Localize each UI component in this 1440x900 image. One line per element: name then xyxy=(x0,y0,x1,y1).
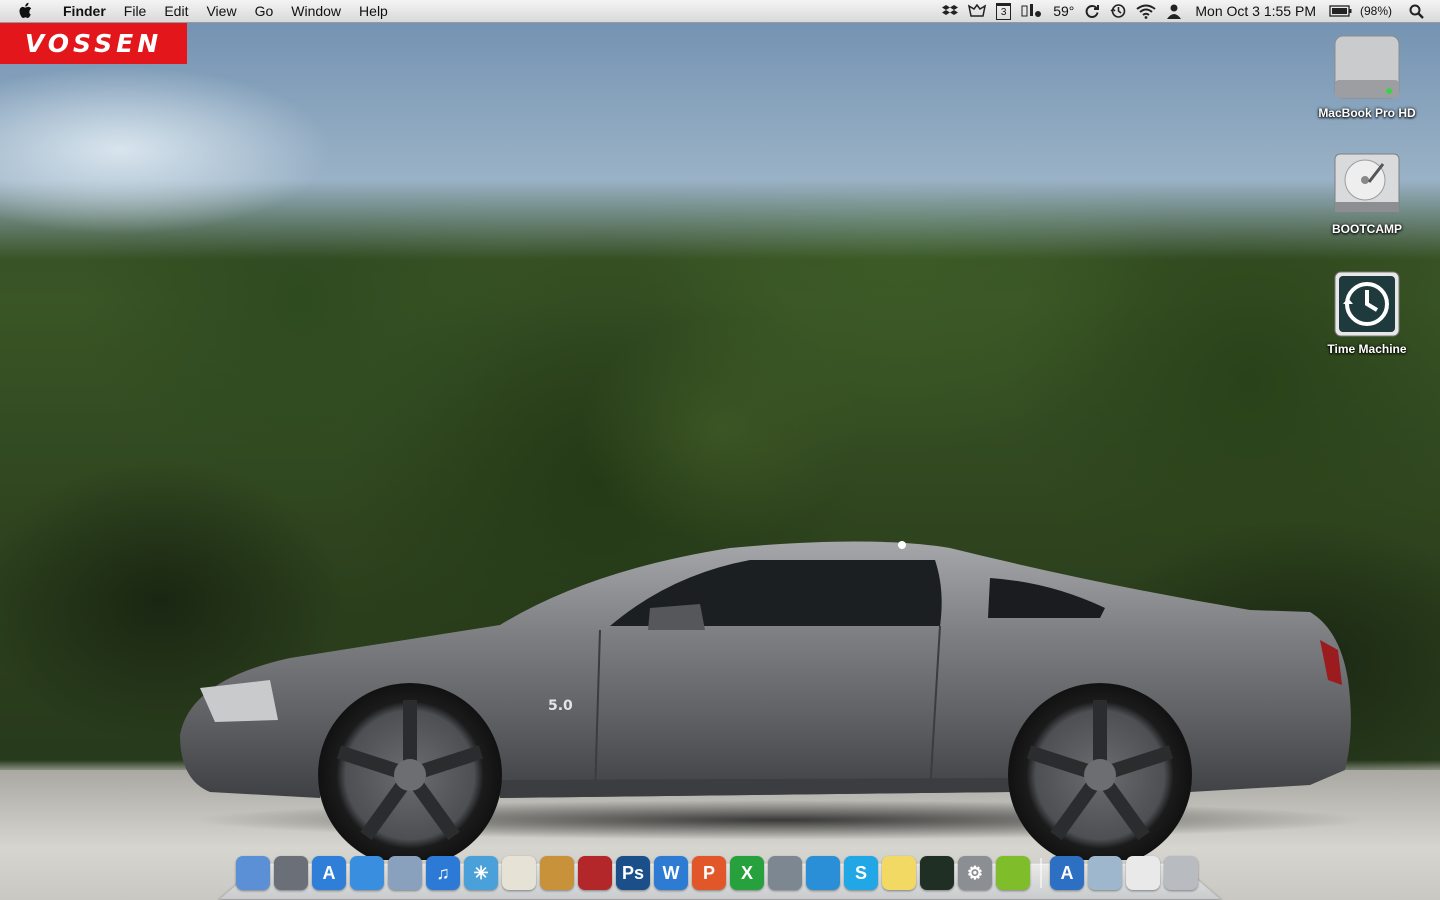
excel-icon[interactable]: X xyxy=(730,856,764,890)
applications-folder-icon[interactable]: A xyxy=(1050,856,1084,890)
spotlight-icon[interactable] xyxy=(1397,0,1440,22)
mail-icon[interactable] xyxy=(388,856,422,890)
desktop-icon-macbook-pro-hd[interactable]: MacBook Pro HD xyxy=(1312,34,1422,120)
desktop-icon-label: BOOTCAMP xyxy=(1332,222,1402,236)
network-icon[interactable]: ✳ xyxy=(464,856,498,890)
menubar-clock[interactable]: Mon Oct 3 1:55 PM xyxy=(1187,0,1324,22)
powerpoint-icon[interactable]: P xyxy=(692,856,726,890)
hard-drive-icon xyxy=(1333,150,1401,218)
desktop-icon-bootcamp[interactable]: BOOTCAMP xyxy=(1312,150,1422,236)
sync-icon[interactable] xyxy=(1079,0,1105,22)
calendar-day: 3 xyxy=(996,2,1012,20)
battery-icon[interactable] xyxy=(1324,0,1358,22)
menu-help[interactable]: Help xyxy=(350,0,397,22)
launchpad-icon[interactable] xyxy=(274,856,308,890)
time-machine-icon[interactable] xyxy=(1105,0,1131,22)
menu-file[interactable]: File xyxy=(115,0,156,22)
menu-view[interactable]: View xyxy=(197,0,245,22)
safari-icon[interactable] xyxy=(350,856,384,890)
disk-utility-icon[interactable] xyxy=(768,856,802,890)
spotify-icon[interactable] xyxy=(996,856,1030,890)
finder-icon[interactable] xyxy=(236,856,270,890)
user-icon[interactable] xyxy=(1161,0,1187,22)
itunes-icon[interactable]: ♫ xyxy=(426,856,460,890)
menu-window[interactable]: Window xyxy=(282,0,350,22)
twitter-icon[interactable] xyxy=(806,856,840,890)
downloads-stack-icon[interactable] xyxy=(1126,856,1160,890)
desktop-icon-label: Time Machine xyxy=(1327,342,1407,356)
time-machine-drive-icon xyxy=(1333,270,1401,338)
menu-extras: 3 59° Mon Oct 3 1:55 PM (98%) xyxy=(937,0,1440,22)
system-preferences-icon[interactable]: ⚙ xyxy=(958,856,992,890)
activity-monitor-icon[interactable] xyxy=(920,856,954,890)
trash-icon[interactable] xyxy=(1164,856,1198,890)
desktop-icon-label: MacBook Pro HD xyxy=(1318,106,1416,120)
photo-booth-icon[interactable] xyxy=(578,856,612,890)
textedit-icon[interactable] xyxy=(502,856,536,890)
vossen-logo: VOSSEN xyxy=(0,22,187,64)
calendar-icon[interactable]: 3 xyxy=(991,0,1016,22)
dropbox-icon[interactable] xyxy=(937,0,963,22)
menu-edit[interactable]: Edit xyxy=(155,0,197,22)
vossen-logo-text: VOSSEN xyxy=(24,28,163,58)
dock: A ♫ ✳ Ps W P X S ⚙ A xyxy=(236,850,1202,890)
temperature-text[interactable]: 59° xyxy=(1048,0,1079,22)
word-icon[interactable]: W xyxy=(654,856,688,890)
stickies-icon[interactable] xyxy=(882,856,916,890)
apple-menu-icon[interactable] xyxy=(18,2,38,20)
iphoto-icon[interactable] xyxy=(540,856,574,890)
menu-go[interactable]: Go xyxy=(246,0,283,22)
desktop-icon-time-machine[interactable]: Time Machine xyxy=(1312,270,1422,356)
app-store-icon[interactable]: A xyxy=(312,856,346,890)
skype-icon[interactable]: S xyxy=(844,856,878,890)
wifi-icon[interactable] xyxy=(1131,0,1161,22)
weather-icon[interactable] xyxy=(1016,0,1048,22)
menu-bar: Finder File Edit View Go Window Help 3 5… xyxy=(0,0,1440,23)
dock-separator xyxy=(1040,858,1042,888)
internal-drive-icon xyxy=(1333,34,1401,102)
menu-app-name[interactable]: Finder xyxy=(54,0,115,22)
wallpaper-car: 5.0 xyxy=(180,541,1351,860)
battery-percent[interactable]: (98%) xyxy=(1358,0,1397,22)
growl-icon[interactable] xyxy=(963,0,991,22)
documents-folder-icon[interactable] xyxy=(1088,856,1122,890)
photoshop-icon[interactable]: Ps xyxy=(616,856,650,890)
car-badge: 5.0 xyxy=(548,698,573,714)
